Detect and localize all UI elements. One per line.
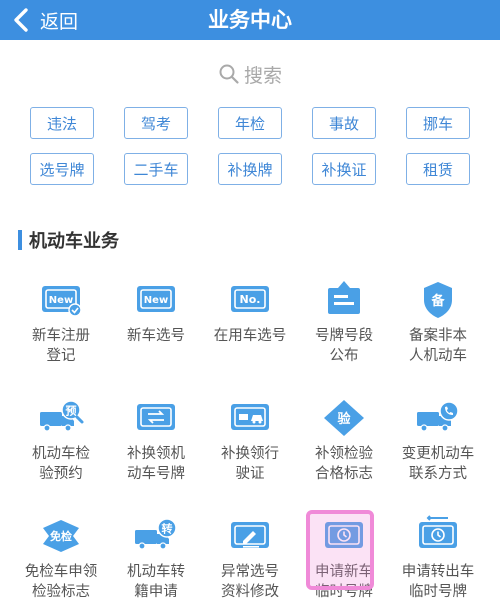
- header-bar: 返回 业务中心: [0, 0, 500, 40]
- tag-1[interactable]: 驾考: [124, 107, 188, 139]
- svg-text:预: 预: [66, 404, 77, 418]
- svg-text:免检: 免检: [50, 529, 72, 543]
- service-new-car-number[interactable]: New 新车选号: [109, 278, 203, 378]
- service-inspection-mark[interactable]: 验补领检验 合格标志: [297, 396, 391, 496]
- record-shield-icon: 备: [414, 278, 462, 322]
- service-label: 补换领机 动车号牌: [127, 446, 185, 482]
- service-temp-plate-out[interactable]: 申请转出车 临时号牌: [391, 514, 485, 600]
- tag-3[interactable]: 事故: [312, 107, 376, 139]
- service-used-car-number[interactable]: No. 在用车选号: [203, 278, 297, 378]
- service-label: 异常选号 资料修改: [221, 564, 279, 600]
- svg-text:验: 验: [337, 411, 351, 427]
- back-button[interactable]: 返回: [8, 0, 78, 40]
- tag-2[interactable]: 年检: [218, 107, 282, 139]
- license-car-icon: [226, 396, 274, 440]
- tag-9[interactable]: 租赁: [406, 153, 470, 185]
- tag-8[interactable]: 补换证: [312, 153, 376, 185]
- service-label: 机动车转 籍申请: [127, 564, 185, 600]
- service-record-nonlocal[interactable]: 备备案非本 人机动车: [391, 278, 485, 378]
- plate-exchange-icon: [132, 396, 180, 440]
- svg-text:New: New: [49, 295, 73, 306]
- service-label: 备案非本 人机动车: [409, 328, 467, 364]
- temp-plate-clock-icon: [320, 514, 368, 558]
- service-new-car-register[interactable]: New 新车注册 登记: [14, 278, 108, 378]
- service-label: 补换领行 驶证: [221, 446, 279, 482]
- tag-7[interactable]: 补换牌: [218, 153, 282, 185]
- new-plate-check-icon: New: [37, 278, 85, 322]
- section-accent-bar: [18, 230, 22, 250]
- service-label: 变更机动车 联系方式: [401, 446, 475, 482]
- truck-phone-icon: [414, 396, 462, 440]
- service-replace-plate[interactable]: 补换领机 动车号牌: [109, 396, 203, 496]
- tag-6[interactable]: 二手车: [124, 153, 188, 185]
- tag-0[interactable]: 违法: [30, 107, 94, 139]
- truck-transfer-icon: 转: [132, 514, 180, 558]
- service-label: 号牌号段 公布: [315, 328, 373, 364]
- service-label: 新车注册 登记: [32, 328, 90, 364]
- search-icon: [218, 63, 240, 85]
- service-replace-license[interactable]: 补换领行 驶证: [203, 396, 297, 496]
- service-temp-plate-new[interactable]: 申请新车 临时号牌: [297, 514, 391, 600]
- new-plate-icon: New: [132, 278, 180, 322]
- back-label: 返回: [40, 10, 79, 33]
- service-transfer[interactable]: 转机动车转 籍申请: [109, 514, 203, 600]
- no-plate-icon: No.: [226, 278, 274, 322]
- edit-plate-icon: [226, 514, 274, 558]
- service-label: 免检车申领 检验标志: [24, 564, 98, 600]
- svg-text:备: 备: [430, 293, 445, 309]
- exempt-badge-icon: 免检: [37, 514, 85, 558]
- service-change-contact[interactable]: 变更机动车 联系方式: [391, 396, 485, 496]
- search-placeholder: 搜索: [243, 64, 282, 87]
- service-label: 新车选号: [127, 328, 185, 344]
- service-label: 补领检验 合格标志: [315, 446, 373, 482]
- service-label: 申请转出车 临时号牌: [401, 564, 475, 600]
- section-header: 机动车业务: [18, 228, 119, 252]
- section-title: 机动车业务: [29, 231, 119, 252]
- svg-text:转: 转: [162, 522, 173, 536]
- service-label: 机动车检 验预约: [32, 446, 90, 482]
- svg-text:No.: No.: [240, 293, 261, 306]
- search-input[interactable]: 搜索: [0, 58, 500, 90]
- temp-plate-out-icon: [414, 514, 462, 558]
- service-abnormal-number[interactable]: 异常选号 资料修改: [203, 514, 297, 600]
- chevron-left-icon: [8, 7, 34, 33]
- service-plate-segment[interactable]: 号牌号段 公布: [297, 278, 391, 378]
- inspection-diamond-icon: 验: [320, 396, 368, 440]
- service-exempt-mark[interactable]: 免检免检车申领 检验标志: [14, 514, 108, 600]
- tag-4[interactable]: 挪车: [406, 107, 470, 139]
- service-label: 申请新车 临时号牌: [315, 564, 373, 600]
- notice-board-icon: [320, 278, 368, 322]
- truck-booking-icon: 预: [37, 396, 85, 440]
- service-label: 在用车选号: [213, 328, 287, 344]
- service-inspection-booking[interactable]: 预机动车检 验预约: [14, 396, 108, 496]
- tag-5[interactable]: 选号牌: [30, 153, 94, 185]
- svg-text:New: New: [144, 295, 168, 306]
